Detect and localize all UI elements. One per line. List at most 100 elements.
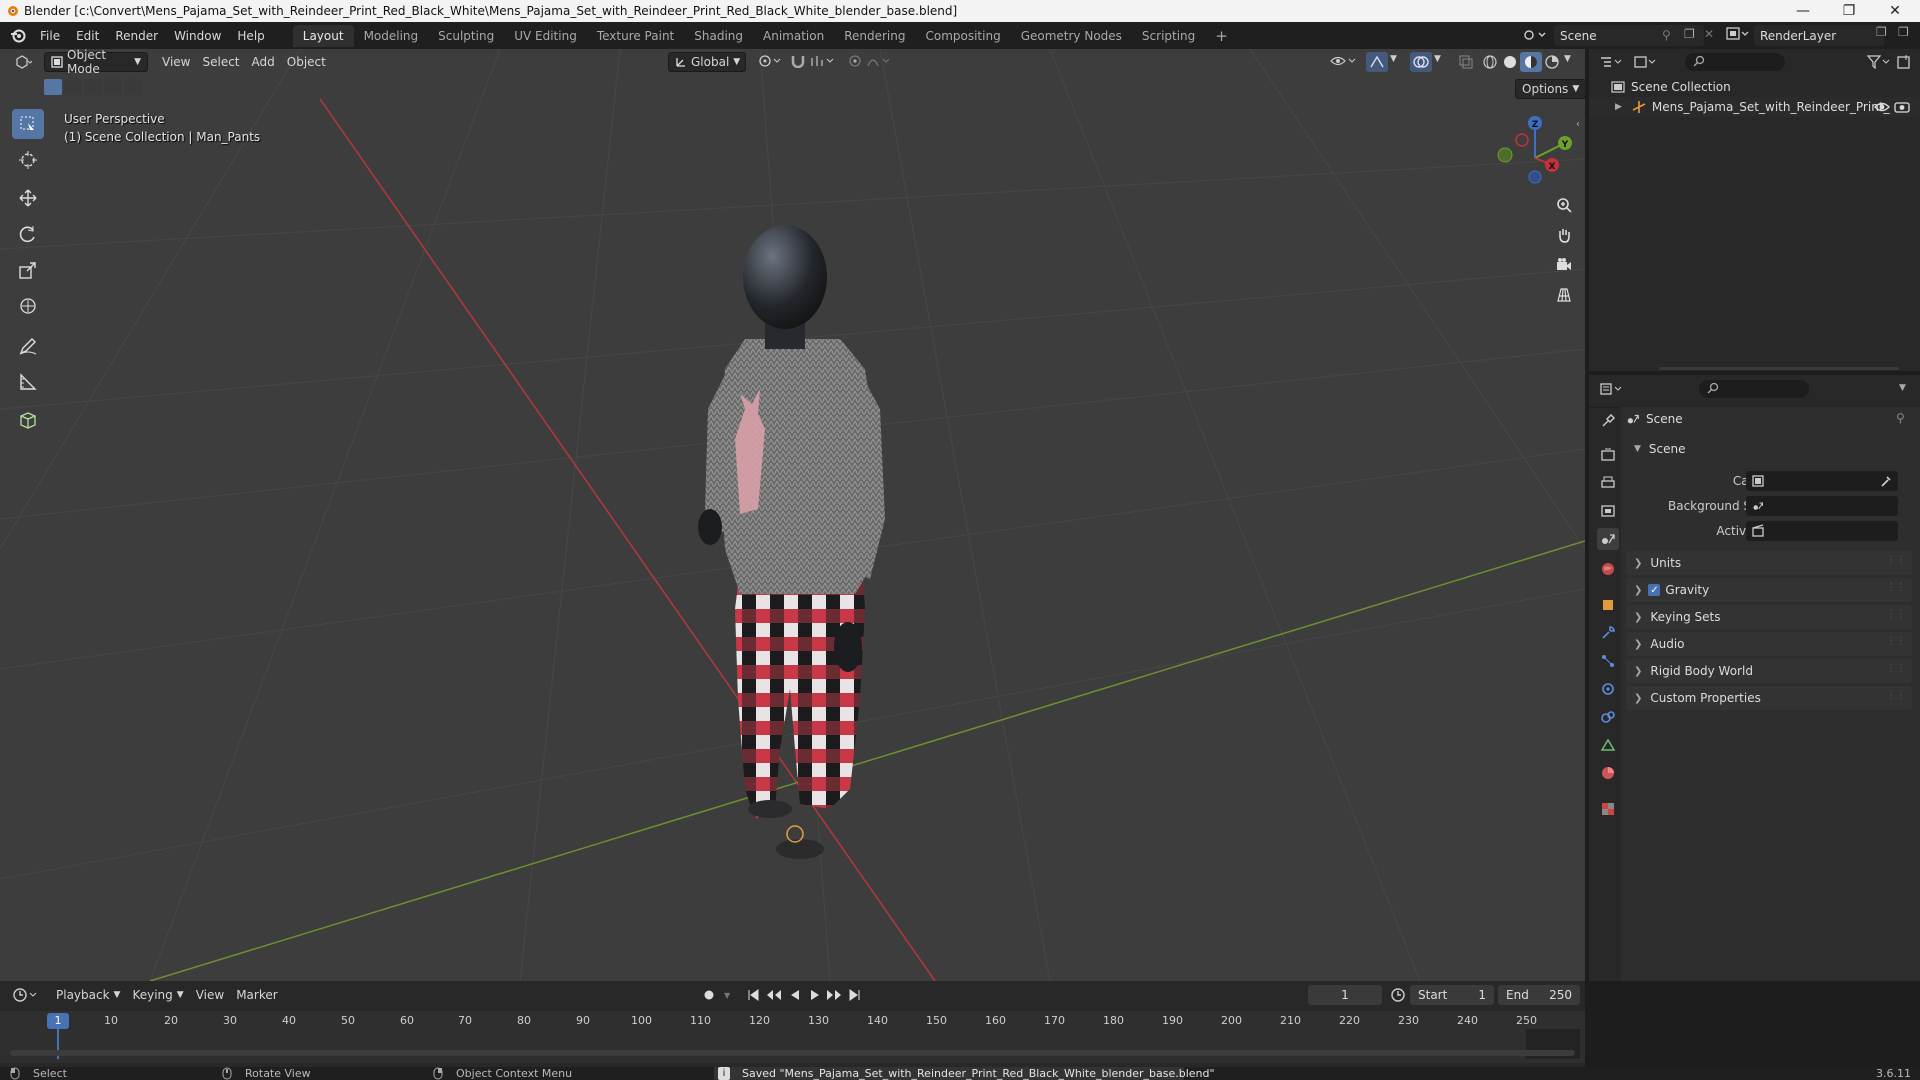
3d-viewport[interactable]: Object Mode ▼ View Select Add Object Glo…: [0, 49, 1585, 981]
add-workspace-button[interactable]: +: [1205, 23, 1238, 49]
tab-output[interactable]: [1597, 472, 1619, 494]
tab-tool[interactable]: [1597, 410, 1619, 432]
drag-handle-icon[interactable]: ⋮⋮: [1886, 690, 1906, 701]
object-menu[interactable]: Object: [281, 52, 332, 72]
playback-menu[interactable]: Playback ▼: [50, 985, 126, 1005]
drag-handle-icon[interactable]: ⋮⋮: [1886, 636, 1906, 647]
options-dropdown[interactable]: Options ▼: [1515, 79, 1585, 99]
maximize-button[interactable]: ❐: [1826, 0, 1872, 22]
drag-handle-icon[interactable]: ⋮⋮: [1886, 663, 1906, 674]
properties-editor-type-icon[interactable]: [1599, 382, 1625, 396]
active-clip-field[interactable]: [1746, 521, 1898, 541]
select-invert-icon[interactable]: [104, 79, 122, 95]
tab-material[interactable]: [1597, 762, 1619, 784]
chevron-down-icon[interactable]: ▼: [1390, 54, 1397, 64]
tab-object[interactable]: [1597, 594, 1619, 616]
tab-modeling[interactable]: Modeling: [354, 25, 429, 47]
tab-animation[interactable]: Animation: [753, 25, 834, 47]
timeline-editor-type-icon[interactable]: [12, 987, 40, 1003]
tab-render[interactable]: [1597, 444, 1619, 466]
frame-ruler[interactable]: 1 10 20 30 40 50 60 70 80 90 100 110 120…: [0, 1011, 1585, 1031]
timeline-view-menu[interactable]: View: [190, 985, 230, 1005]
projection-toggle-button[interactable]: [1550, 281, 1578, 309]
units-panel[interactable]: ❯ Units ⋮⋮: [1626, 551, 1912, 575]
gravity-checkbox[interactable]: ✓: [1648, 584, 1661, 596]
marker-menu[interactable]: Marker: [230, 985, 283, 1005]
menu-edit[interactable]: Edit: [68, 29, 107, 43]
tab-view-layer[interactable]: [1597, 500, 1619, 522]
select-intersect-icon[interactable]: [124, 79, 142, 95]
camera-field[interactable]: [1746, 471, 1898, 491]
menu-help[interactable]: Help: [229, 29, 272, 43]
play-icon[interactable]: [808, 988, 822, 1002]
record-icon[interactable]: [702, 988, 716, 1002]
tab-layout[interactable]: Layout: [292, 24, 354, 47]
proportional-editing-icon[interactable]: [848, 54, 862, 68]
chevron-down-icon[interactable]: ▼: [1564, 54, 1571, 64]
editor-type-button[interactable]: [8, 52, 38, 72]
overlay-toggle-icon[interactable]: [1410, 52, 1432, 72]
scene-type-icon[interactable]: [1524, 25, 1552, 45]
scene-panel-header[interactable]: ▼ Scene: [1626, 438, 1912, 460]
current-frame-field[interactable]: 1: [1308, 985, 1382, 1005]
move-tool[interactable]: [12, 183, 44, 213]
pin-icon[interactable]: ⚲: [1662, 28, 1671, 42]
select-new-icon[interactable]: [44, 79, 62, 95]
tab-geometry-nodes[interactable]: Geometry Nodes: [1011, 25, 1132, 47]
background-scene-field[interactable]: [1746, 496, 1898, 516]
camera-view-button[interactable]: [1550, 251, 1578, 279]
select-subtract-icon[interactable]: [84, 79, 102, 95]
tab-scene[interactable]: [1597, 528, 1619, 550]
falloff-icon[interactable]: [866, 54, 892, 68]
camera-render-icon[interactable]: [1894, 100, 1910, 114]
tab-texture[interactable]: [1597, 798, 1619, 820]
end-frame-field[interactable]: End 250: [1498, 985, 1580, 1005]
view-layer-selector[interactable]: RenderLayer: [1754, 25, 1884, 46]
drag-handle-icon[interactable]: ⋮⋮: [1886, 609, 1906, 620]
transform-orientation-selector[interactable]: Global ▼: [668, 52, 746, 72]
rigid-body-world-panel[interactable]: ❯ Rigid Body World ⋮⋮: [1626, 659, 1912, 683]
new-collection-icon[interactable]: [1896, 54, 1912, 70]
close-button[interactable]: ✕: [1872, 0, 1918, 22]
tab-constraints[interactable]: [1597, 706, 1619, 728]
outliner-row-scene-collection[interactable]: Scene Collection: [1589, 77, 1920, 97]
snap-icon[interactable]: [790, 54, 806, 68]
xray-toggle-icon[interactable]: [1458, 54, 1474, 70]
chevron-down-icon[interactable]: ▼: [724, 991, 730, 1000]
rotate-tool[interactable]: [12, 219, 44, 249]
tab-physics[interactable]: [1597, 678, 1619, 700]
tab-world[interactable]: [1597, 558, 1619, 580]
delete-view-layer-icon[interactable]: ❐: [1898, 25, 1909, 39]
measure-tool[interactable]: [12, 367, 44, 397]
pan-button[interactable]: [1550, 221, 1578, 249]
tab-shading[interactable]: Shading: [684, 25, 753, 47]
outliner-editor-type-icon[interactable]: [1599, 55, 1625, 69]
tab-compositing[interactable]: Compositing: [915, 25, 1010, 47]
jump-end-icon[interactable]: [848, 988, 862, 1002]
navigation-gizmo[interactable]: Z Y X: [1490, 113, 1580, 203]
new-view-layer-icon[interactable]: ❐: [1876, 25, 1887, 39]
jump-start-icon[interactable]: [746, 988, 760, 1002]
menu-window[interactable]: Window: [166, 29, 229, 43]
display-mode-icon[interactable]: [1633, 55, 1659, 69]
play-reverse-icon[interactable]: [788, 988, 802, 1002]
playhead-frame-tick[interactable]: 1: [47, 1013, 69, 1029]
eye-icon[interactable]: [1874, 100, 1890, 114]
blender-menu-icon[interactable]: [10, 28, 26, 44]
chevron-down-icon[interactable]: ▼: [1434, 54, 1441, 64]
chevron-down-icon[interactable]: ▼: [1899, 383, 1906, 393]
tab-rendering[interactable]: Rendering: [834, 25, 915, 47]
sidebar-toggle-icon[interactable]: ‹: [1576, 119, 1580, 130]
select-menu[interactable]: Select: [196, 52, 245, 72]
pin-icon[interactable]: ⚲: [1896, 411, 1905, 425]
tab-particles[interactable]: [1597, 650, 1619, 672]
rendered-shading-icon[interactable]: [1544, 54, 1560, 70]
outliner-row-object[interactable]: ▶ Mens_Pajama_Set_with_Reindeer_Print_: [1589, 97, 1920, 117]
select-box-tool[interactable]: [12, 109, 44, 139]
cursor-tool[interactable]: [12, 145, 44, 175]
menu-file[interactable]: File: [32, 29, 68, 43]
select-extend-icon[interactable]: [64, 79, 82, 95]
keying-menu[interactable]: Keying ▼: [126, 985, 189, 1005]
keying-sets-panel[interactable]: ❯ Keying Sets ⋮⋮: [1626, 605, 1912, 629]
solid-shading-icon[interactable]: [1502, 54, 1518, 70]
